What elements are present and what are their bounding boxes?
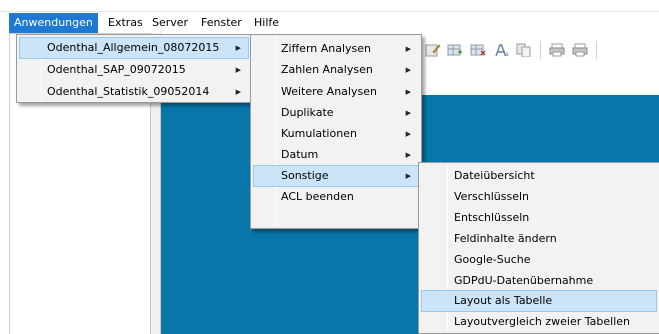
print-icon[interactable] <box>572 43 588 57</box>
menu-item-label: Ziffern Analysen <box>281 42 372 55</box>
table-add-icon[interactable] <box>447 43 463 57</box>
menu-item-odenthal-statistik[interactable]: Odenthal_Statistik_09052014 ▶ <box>19 81 249 103</box>
print-preview-icon[interactable] <box>549 43 565 57</box>
menu-item-zahlen-analysen[interactable]: Zahlen Analysen ▶ <box>253 59 419 81</box>
menu-item-label: Duplikate <box>281 106 334 119</box>
menu-item-label: Odenthal_Statistik_09052014 <box>47 85 210 98</box>
submenu-arrow-icon: ▶ <box>405 109 411 117</box>
menu-item-google-suche[interactable]: Google-Suche <box>421 249 657 271</box>
window-top-border <box>0 0 659 12</box>
svg-text:a: a <box>505 51 509 57</box>
submenu-arrow-icon: ▶ <box>235 66 241 74</box>
submenu-arrow-icon: ▶ <box>405 45 411 53</box>
menu-item-label: Dateiübersicht <box>454 169 535 182</box>
menu-item-label: ACL beenden <box>281 190 354 203</box>
menu-extras[interactable]: Extras <box>103 13 148 33</box>
menu-server[interactable]: Server <box>147 13 193 33</box>
toolbar-separator <box>596 41 597 59</box>
menu-item-label: Odenthal_SAP_09072015 <box>47 63 186 76</box>
menu-item-gdpdu-datenuebernahme[interactable]: GDPdU-Datenübernahme <box>421 270 657 292</box>
menu-item-feldinhalte-aendern[interactable]: Feldinhalte ändern <box>421 228 657 250</box>
anwendungen-menu: Odenthal_Allgemein_08072015 ▶ Odenthal_S… <box>16 34 252 103</box>
menu-item-acl-beenden[interactable]: ACL beenden <box>253 186 419 208</box>
edit-icon[interactable] <box>425 43 441 57</box>
submenu-arrow-icon: ▶ <box>405 130 411 138</box>
menu-item-label: Google-Suche <box>454 253 531 266</box>
menu-item-label: Verschlüsseln <box>454 190 529 203</box>
menu-item-label: Weitere Analysen <box>281 85 377 98</box>
menu-item-label: Feldinhalte ändern <box>454 232 557 245</box>
menu-item-odenthal-sap[interactable]: Odenthal_SAP_09072015 ▶ <box>19 59 249 81</box>
menu-item-datum[interactable]: Datum ▶ <box>253 144 419 166</box>
submenu-arrow-icon: ▶ <box>405 172 411 180</box>
odenthal-allgemein-submenu: Ziffern Analysen ▶ Zahlen Analysen ▶ Wei… <box>250 34 422 229</box>
submenu-arrow-icon: ▶ <box>405 151 411 159</box>
menu-item-label: GDPdU-Datenübernahme <box>454 274 594 287</box>
menu-item-label: Kumulationen <box>281 127 357 140</box>
font-icon[interactable]: a <box>494 43 510 57</box>
menubar: Anwendungen Extras Server Fenster Hilfe <box>9 13 659 33</box>
submenu-arrow-icon: ▶ <box>235 88 241 96</box>
table-delete-icon[interactable] <box>470 43 486 57</box>
menu-hilfe[interactable]: Hilfe <box>249 13 284 33</box>
menu-item-weitere-analysen[interactable]: Weitere Analysen ▶ <box>253 81 419 103</box>
copy-icon[interactable] <box>516 43 532 57</box>
menu-item-label: Datum <box>281 148 319 161</box>
menu-anwendungen[interactable]: Anwendungen <box>9 13 98 33</box>
menu-fenster[interactable]: Fenster <box>196 13 247 33</box>
menu-item-dateiuebersicht[interactable]: Dateiübersicht <box>421 165 657 187</box>
menu-item-label: Sonstige <box>281 169 329 182</box>
menu-item-label: Layoutvergleich zweier Tabellen <box>454 315 630 328</box>
menu-item-entschluesseln[interactable]: Entschlüsseln <box>421 207 657 229</box>
menu-item-verschluesseln[interactable]: Verschlüsseln <box>421 186 657 208</box>
menu-item-sonstige[interactable]: Sonstige ▶ <box>253 165 419 187</box>
menu-item-kumulationen[interactable]: Kumulationen ▶ <box>253 123 419 145</box>
menu-item-odenthal-allgemein[interactable]: Odenthal_Allgemein_08072015 ▶ <box>19 37 249 59</box>
menu-item-label: Entschlüsseln <box>454 211 530 224</box>
menu-item-label: Layout als Tabelle <box>454 294 553 307</box>
submenu-arrow-icon: ▶ <box>405 66 411 74</box>
menu-item-duplikate[interactable]: Duplikate ▶ <box>253 102 419 124</box>
menu-item-layoutvergleich[interactable]: Layoutvergleich zweier Tabellen <box>421 311 657 333</box>
submenu-arrow-icon: ▶ <box>405 88 411 96</box>
menu-item-label: Odenthal_Allgemein_08072015 <box>47 41 220 54</box>
sonstige-submenu: Dateiübersicht Verschlüsseln Entschlüsse… <box>418 162 659 334</box>
toolbar-separator <box>540 41 541 59</box>
menu-item-ziffern-analysen[interactable]: Ziffern Analysen ▶ <box>253 38 419 60</box>
submenu-arrow-icon: ▶ <box>235 44 241 52</box>
menu-item-layout-als-tabelle[interactable]: Layout als Tabelle <box>421 290 657 312</box>
menu-item-label: Zahlen Analysen <box>281 63 373 76</box>
application-window: Anwendungen Extras Server Fenster Hilfe … <box>0 0 659 334</box>
